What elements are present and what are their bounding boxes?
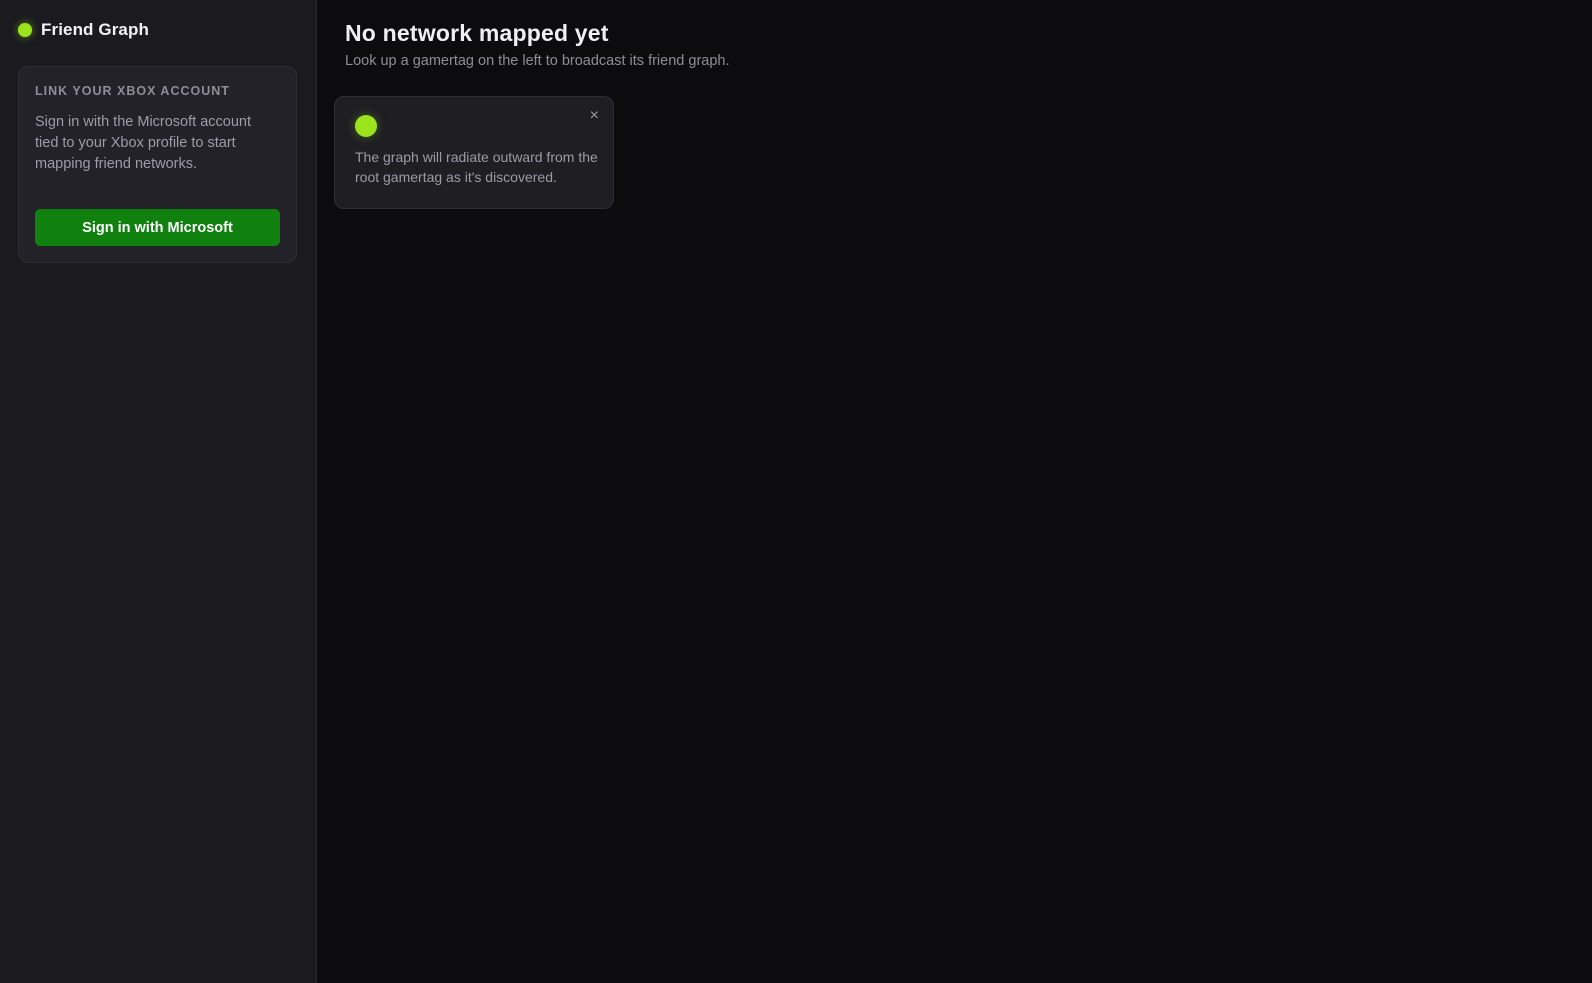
sign-in-microsoft-button[interactable]: Sign in with Microsoft: [35, 209, 280, 246]
brand: Friend Graph: [18, 20, 149, 40]
info-toast: × The graph will radiate outward from th…: [334, 96, 614, 209]
close-icon[interactable]: ×: [590, 106, 599, 126]
sidebar: Friend Graph LINK YOUR XBOX ACCOUNT Sign…: [0, 0, 317, 983]
main-panel: No network mapped yet Look up a gamertag…: [317, 0, 1592, 983]
page-subtitle: Look up a gamertag on the left to broadc…: [345, 53, 730, 69]
toast-message: The graph will radiate outward from the …: [355, 149, 598, 185]
app-title: Friend Graph: [41, 20, 149, 39]
link-account-card: LINK YOUR XBOX ACCOUNT Sign in with the …: [18, 66, 297, 263]
card-description: Sign in with the Microsoft account tied …: [35, 114, 251, 172]
card-heading: LINK YOUR XBOX ACCOUNT: [35, 84, 230, 98]
root-node-icon: [355, 115, 377, 137]
status-dot-icon: [18, 23, 32, 37]
app-window: Friend Graph LINK YOUR XBOX ACCOUNT Sign…: [0, 0, 1592, 983]
page-title: No network mapped yet: [345, 20, 609, 46]
